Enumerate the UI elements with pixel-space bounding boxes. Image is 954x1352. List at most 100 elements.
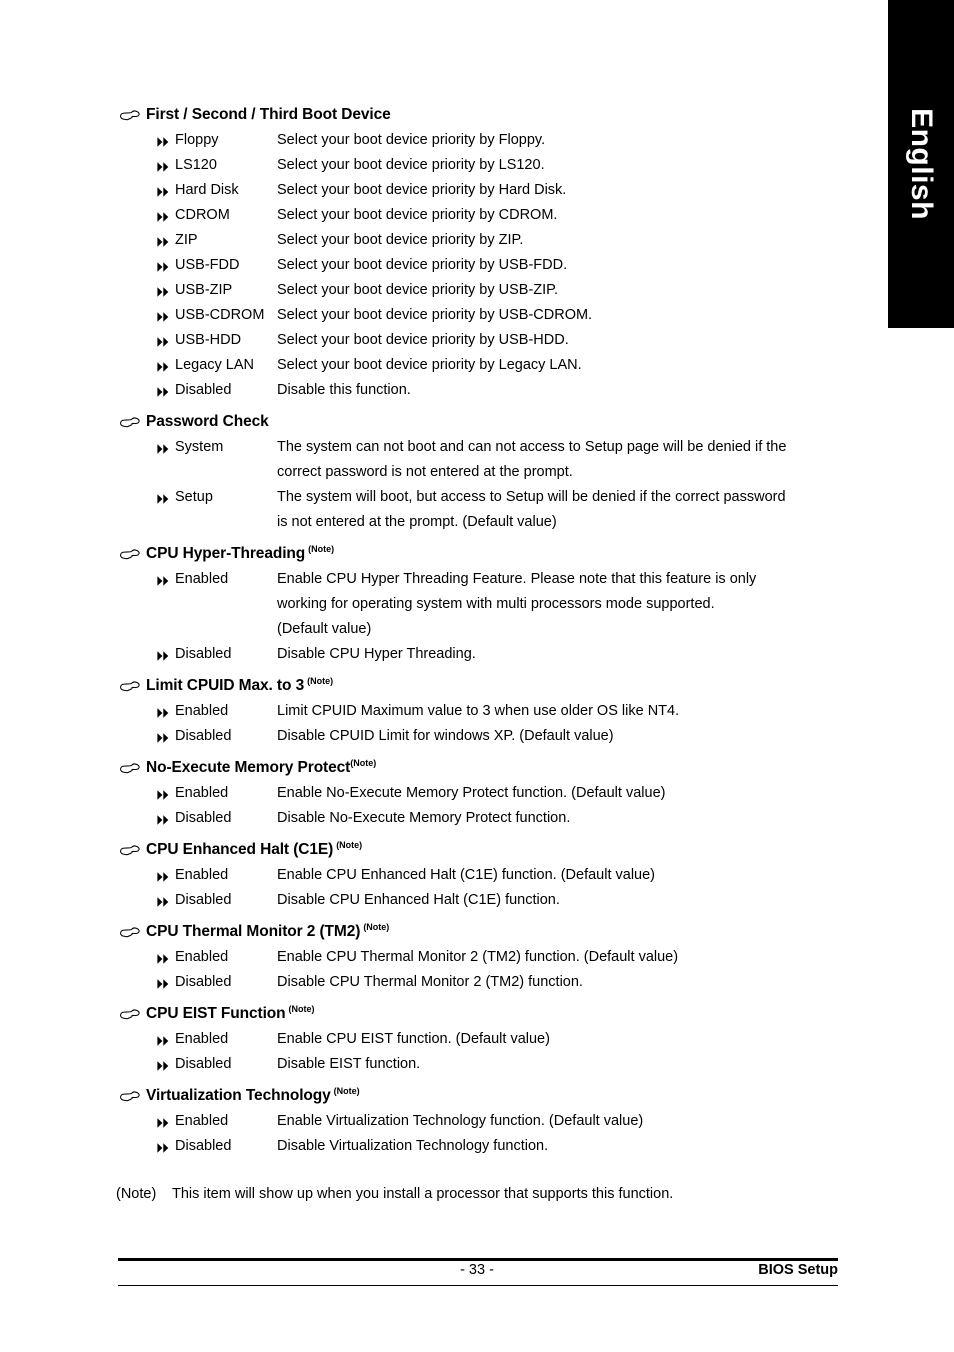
option-description-line: Enable CPU Enhanced Halt (C1E) function.…: [277, 867, 655, 883]
double-arrow-icon: [157, 435, 171, 454]
option-label: Disabled: [175, 382, 232, 398]
option-description: Enable Virtualization Technology functio…: [277, 1109, 858, 1134]
option-description: Select your boot device priority by USB-…: [277, 278, 858, 303]
option-description: Enable CPU Thermal Monitor 2 (TM2) funct…: [277, 945, 858, 970]
option-description-line: correct password is not entered at the p…: [277, 464, 573, 480]
option-description-line: Enable No-Execute Memory Protect functio…: [277, 785, 666, 801]
option-description-line: Select your boot device priority by CDRO…: [277, 207, 558, 223]
section-heading: Virtualization Technology (Note): [118, 1085, 858, 1107]
option-label: Disabled: [175, 1138, 232, 1154]
option-row: USB-ZIP Select your boot device priority …: [118, 278, 858, 303]
option-section-cpu-eist-function: CPU EIST Function (Note) Enabled Enable CPU…: [118, 1003, 858, 1077]
document-page: First / Second / Third Boot Device Floppy…: [0, 0, 888, 1352]
double-arrow-icon: [157, 806, 171, 825]
section-heading: CPU Thermal Monitor 2 (TM2) (Note): [118, 921, 858, 943]
pointing-hand-icon: [118, 543, 146, 560]
option-description: Enable No-Execute Memory Protect functio…: [277, 781, 858, 806]
option-label: USB-HDD: [175, 332, 242, 348]
section-title: CPU Thermal Monitor 2 (TM2) (Note): [146, 921, 389, 943]
note-superscript: (Note): [350, 757, 377, 768]
option-label: Floppy: [175, 132, 219, 148]
double-arrow-icon: [157, 1109, 171, 1128]
section-title-text: CPU Thermal Monitor 2 (TM2): [146, 923, 361, 940]
option-description-line: Enable CPU Hyper Threading Feature. Plea…: [277, 571, 757, 587]
option-label: Enabled: [175, 571, 229, 587]
double-arrow-icon: [157, 945, 171, 964]
option-description-line: (Default value): [277, 621, 372, 637]
option-label: Disabled: [175, 974, 232, 990]
pointing-hand-icon: [118, 1085, 146, 1102]
option-description: Select your boot device priority by USB-…: [277, 303, 858, 328]
section-title: Virtualization Technology (Note): [146, 1085, 360, 1107]
double-arrow-icon: [157, 888, 171, 907]
option-description-line: working for operating system with multi …: [277, 596, 715, 612]
double-arrow-icon: [157, 178, 171, 197]
footnote-marker: (Note): [116, 1186, 157, 1202]
option-description-line: Enable CPU Thermal Monitor 2 (TM2) funct…: [277, 949, 679, 965]
note-superscript: (Note): [333, 1085, 360, 1096]
double-arrow-icon: [157, 485, 171, 504]
double-arrow-icon: [157, 642, 171, 661]
double-arrow-icon: [157, 278, 171, 297]
option-label: System: [175, 439, 224, 455]
double-arrow-icon: [157, 153, 171, 172]
option-label: Setup: [175, 489, 213, 505]
section-heading: CPU Hyper-Threading (Note): [118, 543, 858, 565]
option-section-virtualization-technology: Virtualization Technology (Note) Enabled En…: [118, 1085, 858, 1159]
option-label: LS120: [175, 157, 217, 173]
pointing-hand-icon: [118, 411, 146, 428]
option-description: Disable EIST function.: [277, 1052, 858, 1077]
pointing-hand-icon: [118, 675, 146, 692]
option-label: USB-FDD: [175, 257, 240, 273]
option-row: Enabled Enable CPU Enhanced Halt (C1E) fu…: [118, 863, 858, 888]
double-arrow-icon: [157, 781, 171, 800]
option-description-line: Enable Virtualization Technology functio…: [277, 1113, 644, 1129]
option-row: Disabled Disable No-Execute Memory Protec…: [118, 806, 858, 831]
section-title: CPU EIST Function (Note): [146, 1003, 315, 1025]
double-arrow-icon: [157, 128, 171, 147]
option-row: Disabled Disable CPU Thermal Monitor 2 (T…: [118, 970, 858, 995]
option-label: Disabled: [175, 810, 232, 826]
option-label: Hard Disk: [175, 182, 239, 198]
double-arrow-icon: [157, 1052, 171, 1071]
section-title-text: CPU Hyper-Threading: [146, 545, 306, 562]
option-label: USB-CDROM: [175, 307, 265, 323]
option-section-cpu-thermal-monitor-2-tm2: CPU Thermal Monitor 2 (TM2) (Note) Enabled…: [118, 921, 858, 995]
option-row: Setup The system will boot, but access to…: [118, 485, 858, 535]
option-section-cpu-enhanced-halt-c1e: CPU Enhanced Halt (C1E) (Note) Enabled Enab…: [118, 839, 858, 913]
option-description: Select your boot device priority by Lega…: [277, 353, 858, 378]
option-label: Enabled: [175, 703, 229, 719]
option-description: The system will boot, but access to Setu…: [277, 485, 858, 535]
option-row: Enabled Enable Virtualization Technology …: [118, 1109, 858, 1134]
option-label: Enabled: [175, 1113, 229, 1129]
option-description-line: Select your boot device priority by USB-…: [277, 257, 568, 273]
double-arrow-icon: [157, 699, 171, 718]
option-description-line: Disable CPU Enhanced Halt (C1E) function…: [277, 892, 560, 908]
option-row: Disabled Disable CPUID Limit for windows …: [118, 724, 858, 749]
option-description: Select your boot device priority by ZIP.: [277, 228, 858, 253]
double-arrow-icon: [157, 970, 171, 989]
section-heading: Password Check: [118, 411, 858, 433]
option-description: Select your boot device priority by CDRO…: [277, 203, 858, 228]
option-description: Limit CPUID Maximum value to 3 when use …: [277, 699, 858, 724]
option-description: Select your boot device priority by USB-…: [277, 253, 858, 278]
double-arrow-icon: [157, 1134, 171, 1153]
option-description-line: Limit CPUID Maximum value to 3 when use …: [277, 703, 680, 719]
option-description-line: Select your boot device priority by Flop…: [277, 132, 546, 148]
pointing-hand-icon: [118, 757, 146, 774]
pointing-hand-icon: [118, 104, 146, 121]
option-description-line: Select your boot device priority by ZIP.: [277, 232, 524, 248]
option-description-line: Disable CPU Thermal Monitor 2 (TM2) func…: [277, 974, 583, 990]
option-row: USB-CDROM Select your boot device priorit…: [118, 303, 858, 328]
option-description-line: Disable EIST function.: [277, 1056, 421, 1072]
section-title-text: CPU EIST Function: [146, 1005, 286, 1022]
option-row: CDROM Select your boot device priority by…: [118, 203, 858, 228]
footnote: (Note) This item will show up when you i…: [116, 1183, 673, 1205]
option-description: Enable CPU EIST function. (Default value…: [277, 1027, 858, 1052]
section-title-text: Virtualization Technology: [146, 1087, 331, 1104]
option-description: Select your boot device priority by Flop…: [277, 128, 858, 153]
option-label: Disabled: [175, 1056, 232, 1072]
option-description: Select your boot device priority by USB-…: [277, 328, 858, 353]
option-row: Floppy Select your boot device priority b…: [118, 128, 858, 153]
option-label: Enabled: [175, 867, 229, 883]
